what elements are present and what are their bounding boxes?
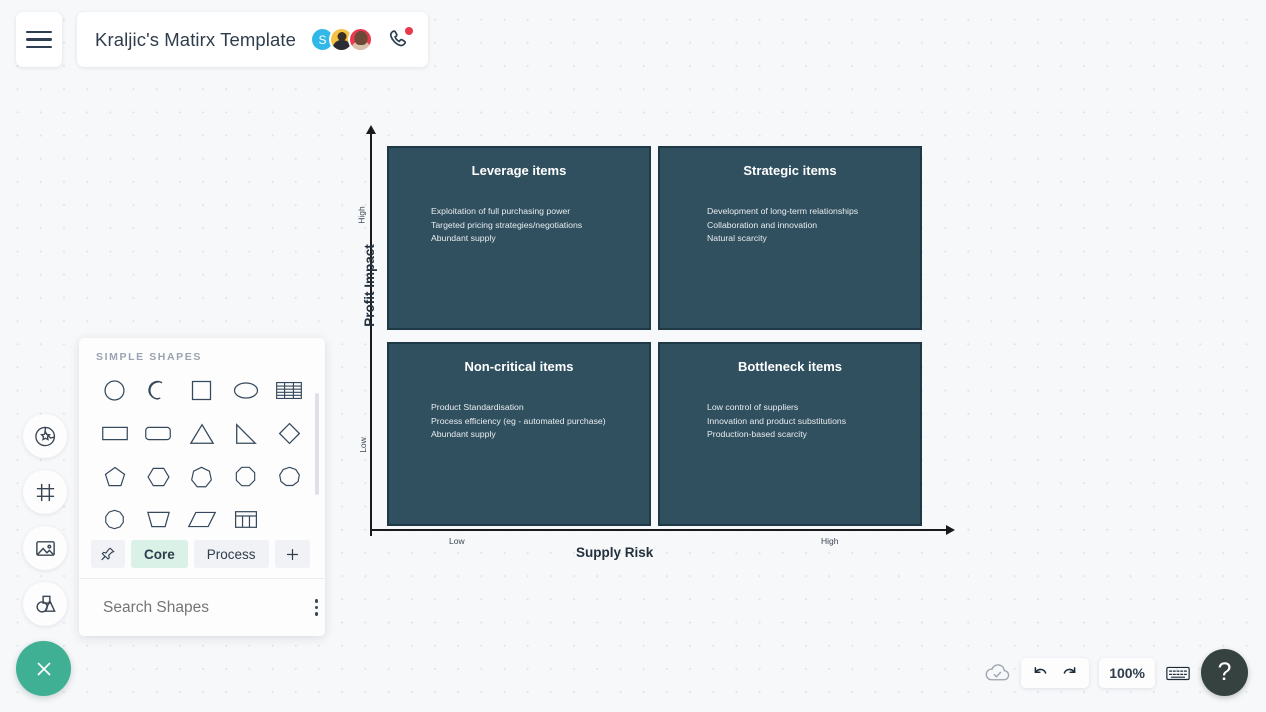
table-rows-shape[interactable] [267, 371, 311, 410]
sidebar-item-shapes[interactable] [23, 582, 67, 626]
square-shape[interactable] [180, 371, 224, 410]
y-axis-line [370, 134, 372, 536]
hamburger-menu-icon [26, 30, 52, 49]
quadrant-bullets: Low control of suppliers Innovation and … [660, 401, 920, 442]
quadrant-bullet: Development of long-term relationships [707, 206, 859, 216]
trapezoid-shape[interactable] [137, 500, 181, 534]
quadrant-bullet: Exploitation of full purchasing power [431, 206, 571, 216]
x-axis-line [370, 529, 948, 531]
quadrant-bullet: Low control of suppliers [707, 402, 799, 412]
shapes-panel: SIMPLE SHAPES Core Process Search Shapes [79, 338, 325, 636]
nonagon-shape[interactable] [267, 457, 311, 496]
arc-shape[interactable] [137, 371, 181, 410]
keyboard-icon[interactable] [1165, 663, 1191, 683]
x-axis-label: Supply Risk [576, 545, 654, 560]
bottom-right-toolbar: 100% ? [984, 649, 1248, 696]
decagon-shape[interactable] [93, 500, 137, 534]
kraljic-matrix-diagram[interactable]: Profit Impact High Low Supply Risk Low H… [333, 125, 958, 570]
close-x-icon [37, 662, 50, 675]
close-panel-button[interactable] [16, 641, 71, 696]
shapes-scrollbar[interactable] [315, 393, 319, 495]
tab-pinned[interactable] [91, 540, 125, 568]
triangle-shape[interactable] [180, 414, 224, 453]
quadrant-bullet: Product Standardisation [431, 402, 524, 412]
shapes-section-title: SIMPLE SHAPES [96, 351, 202, 363]
ellipse-shape[interactable] [224, 371, 268, 410]
quadrant-non-critical-items[interactable]: Non-critical items Product Standardisati… [387, 342, 651, 526]
quadrant-strategic-items[interactable]: Strategic items Development of long-term… [658, 146, 922, 330]
quadrant-title: Bottleneck items [737, 359, 843, 374]
x-axis-tick-high: High [821, 536, 839, 546]
cloud-check-icon[interactable] [984, 662, 1011, 684]
heptagon-shape[interactable] [180, 457, 224, 496]
tab-core[interactable]: Core [131, 540, 188, 568]
right-triangle-shape[interactable] [224, 414, 268, 453]
quadrant-bullet: Abundant supply [431, 233, 496, 243]
quadrant-bullets: Exploitation of full purchasing power Ta… [389, 205, 649, 246]
shape-category-tabs: Core Process [79, 534, 325, 578]
redo-arrow-icon[interactable] [1060, 664, 1079, 681]
quadrant-title: Leverage items [471, 163, 567, 178]
y-axis-arrow [366, 125, 376, 134]
quadrant-title: Non-critical items [464, 359, 574, 374]
quadrant-bullet: Process efficiency (eg - automated purch… [431, 415, 606, 426]
tab-add[interactable] [274, 540, 310, 568]
undo-redo-group [1021, 657, 1090, 688]
octagon-shape[interactable] [224, 457, 268, 496]
kebab-menu-icon[interactable] [311, 595, 322, 619]
grid-table-shape[interactable] [224, 500, 268, 534]
x-axis-tick-low: Low [449, 536, 465, 546]
quadrant-bullets: Development of long-term relationships C… [660, 205, 920, 246]
parallelogram-shape[interactable] [180, 500, 224, 534]
y-axis-tick-low: Low [357, 437, 368, 453]
quadrant-bullets: Product Standardisation Process efficien… [389, 401, 649, 442]
quadrant-bullet: Natural scarcity [707, 233, 767, 243]
search-input[interactable] [103, 598, 303, 617]
left-tool-rail [23, 414, 67, 626]
quadrant-leverage-items[interactable]: Leverage items Exploitation of full purc… [387, 146, 651, 330]
zoom-level[interactable]: 100% [1099, 657, 1155, 688]
sidebar-item-frames[interactable] [23, 470, 67, 514]
collaborator-avatars: S [310, 27, 374, 52]
quadrant-bullet: Innovation and product substitutions [707, 415, 847, 426]
undo-arrow-icon[interactable] [1031, 664, 1050, 681]
sidebar-item-stickers[interactable] [23, 414, 67, 458]
quadrant-bullet: Collaboration and innovation [707, 219, 818, 230]
quadrant-bullet: Targeted pricing strategies/negotiations [431, 219, 583, 230]
menu-button[interactable] [16, 12, 62, 67]
quadrant-bullet: Production-based scarcity [707, 429, 807, 439]
y-axis-label: Profit Impact [361, 244, 377, 327]
y-axis-tick-high: High [356, 206, 367, 224]
title-card: Kraljic's Matirx Template S [77, 12, 429, 67]
phone-icon[interactable] [387, 26, 414, 52]
tab-process[interactable]: Process [193, 540, 269, 568]
rectangle-shape[interactable] [93, 414, 137, 453]
circle-shape[interactable] [93, 371, 137, 410]
help-button[interactable]: ? [1201, 649, 1248, 696]
avatar-photo-2[interactable] [348, 27, 374, 52]
x-axis-arrow [946, 525, 955, 535]
pentagon-shape[interactable] [93, 457, 137, 496]
diamond-shape[interactable] [267, 414, 311, 453]
hexagon-shape[interactable] [137, 457, 181, 496]
page-title[interactable]: Kraljic's Matirx Template [95, 29, 296, 51]
shape-grid-scroll-area[interactable] [79, 363, 325, 534]
shape-search-bar [79, 578, 325, 636]
sidebar-item-images[interactable] [23, 526, 67, 570]
rounded-rectangle-shape[interactable] [137, 414, 181, 453]
call-badge [405, 26, 414, 35]
shape-grid [79, 363, 325, 534]
quadrant-bottleneck-items[interactable]: Bottleneck items Low control of supplier… [658, 342, 922, 526]
quadrant-bullet: Abundant supply [431, 429, 496, 439]
quadrant-title: Strategic items [743, 163, 837, 178]
